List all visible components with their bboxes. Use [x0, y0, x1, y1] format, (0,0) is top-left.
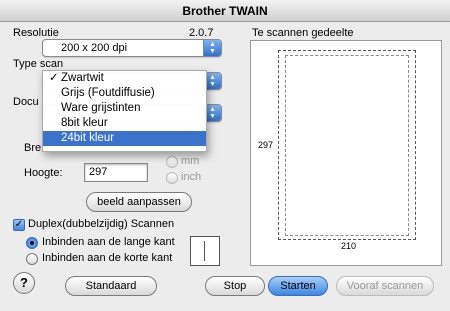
adjust-image-button[interactable]: beeld aanpassen: [86, 192, 192, 212]
option-label: Ware grijstinten: [61, 102, 141, 114]
version-label: 2.0.7: [189, 27, 214, 39]
binding-short-edge-radio[interactable]: [26, 253, 38, 265]
option-label: 24bit kleur: [61, 132, 115, 144]
resolution-value: 200 x 200 dpi: [61, 42, 128, 54]
scan-type-menu: ✓ Zwartwit Grijs (Foutdiffusie) Ware gri…: [42, 70, 207, 152]
popup-arrows-icon: ▲ ▼: [203, 40, 221, 56]
default-button[interactable]: Standaard: [65, 276, 157, 296]
window-title: Brother TWAIN: [0, 0, 450, 22]
binding-long-edge-label: Inbinden aan de lange kant: [42, 236, 175, 248]
duplex-label: Duplex(dubbelzijdig) Scannen: [28, 218, 175, 230]
stop-button[interactable]: Stop: [205, 276, 265, 296]
scan-type-option-24bit[interactable]: 24bit kleur: [43, 131, 206, 146]
height-ruler-label: 297: [258, 140, 274, 150]
option-label: 8bit kleur: [61, 117, 108, 129]
scan-area-outline[interactable]: [285, 55, 409, 236]
height-input[interactable]: 297: [84, 163, 148, 182]
prescan-button[interactable]: Vooraf scannen: [336, 276, 434, 296]
duplex-binding-icon: [190, 236, 220, 266]
document-size-label: Docu: [13, 96, 39, 108]
scan-type-option-8bit[interactable]: 8bit kleur: [43, 116, 206, 131]
binding-long-edge-radio[interactable]: [26, 237, 38, 249]
option-label: Grijs (Foutdiffusie): [61, 87, 155, 99]
help-button[interactable]: ?: [13, 272, 35, 294]
scan-type-option-ware-grijstinten[interactable]: Ware grijstinten: [43, 101, 206, 116]
option-label: Zwartwit: [61, 72, 104, 84]
unit-mm-radio[interactable]: [166, 156, 178, 168]
unit-inch-label: inch: [181, 171, 202, 183]
scan-type-label: Type scan: [13, 58, 64, 70]
resolution-select[interactable]: 200 x 200 dpi ▲ ▼: [42, 39, 222, 57]
duplex-checkbox[interactable]: ✓: [13, 219, 25, 231]
scan-type-option-zwartwit[interactable]: ✓ Zwartwit: [43, 71, 206, 86]
width-ruler-label: 210: [341, 241, 357, 251]
twain-window: Brother TWAIN Resolutie 2.0.7 200 x 200 …: [0, 0, 450, 311]
resolution-label: Resolutie: [13, 27, 59, 39]
height-label: Hoogte:: [24, 167, 63, 179]
preview-label: Te scannen gedeelte: [252, 27, 354, 39]
scan-type-option-grijs[interactable]: Grijs (Foutdiffusie): [43, 86, 206, 101]
binding-short-edge-label: Inbinden aan de korte kant: [42, 252, 173, 264]
unit-inch-radio[interactable]: [166, 172, 178, 184]
checkmark-icon: ✓: [49, 72, 59, 84]
width-label: Bre: [24, 142, 42, 154]
unit-mm-label: mm: [181, 155, 200, 167]
start-button[interactable]: Starten: [268, 276, 328, 296]
